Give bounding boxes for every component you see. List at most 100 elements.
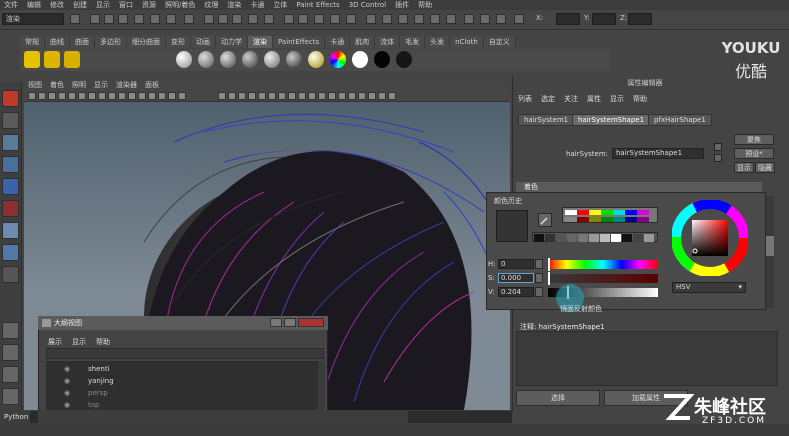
paint-tool-icon[interactable] — [2, 134, 19, 151]
viewport-toolbar-button[interactable] — [218, 92, 226, 100]
viewport-toolbar-button[interactable] — [38, 92, 46, 100]
status-line-button[interactable] — [496, 14, 506, 24]
status-line-button[interactable] — [134, 14, 144, 24]
shelf-tab[interactable]: 细分曲面 — [127, 36, 166, 48]
outliner-menu-item[interactable]: 帮助 — [96, 337, 110, 347]
saturation-slider-handle[interactable] — [548, 272, 550, 285]
status-line-button[interactable] — [430, 14, 440, 24]
tab-hair-system[interactable]: hairSystem1 — [518, 114, 575, 126]
shelf-tab[interactable]: 曲面 — [70, 36, 95, 48]
status-line-button[interactable] — [204, 14, 214, 24]
status-line-button[interactable] — [366, 14, 376, 24]
lasso-tool-icon[interactable] — [2, 112, 19, 129]
status-line-button[interactable] — [232, 14, 242, 24]
shelf-tab[interactable]: 常规 — [20, 36, 45, 48]
menu-item[interactable]: 插件 — [395, 0, 409, 10]
status-line-button[interactable] — [70, 14, 80, 24]
color-history-row-1[interactable] — [562, 207, 658, 223]
menu-item[interactable]: 纹理 — [204, 0, 218, 10]
y-field[interactable] — [592, 13, 616, 25]
white-shader-icon[interactable] — [352, 51, 368, 68]
menu-item[interactable]: 文件 — [4, 0, 18, 10]
light-icon[interactable] — [44, 51, 60, 68]
viewport-toolbar-button[interactable] — [138, 92, 146, 100]
viewport-toolbar-button[interactable] — [338, 92, 346, 100]
viewport-toolbar-button[interactable] — [238, 92, 246, 100]
menu-item[interactable]: 3D Control — [349, 1, 386, 9]
light-icon[interactable] — [24, 51, 40, 68]
viewport-toolbar-button[interactable] — [58, 92, 66, 100]
status-line-button[interactable] — [218, 14, 228, 24]
black-shader-icon[interactable] — [396, 51, 412, 68]
eyedropper-icon[interactable] — [538, 213, 552, 227]
shelf-tab[interactable]: 头发 — [425, 36, 451, 48]
h-value-field[interactable]: 0 — [498, 259, 534, 269]
viewport-toolbar-button[interactable] — [268, 92, 276, 100]
shader-ball-icon[interactable] — [198, 51, 214, 68]
status-line-button[interactable] — [90, 14, 100, 24]
status-line-button[interactable] — [382, 14, 392, 24]
viewport-toolbar-button[interactable] — [288, 92, 296, 100]
viewport-toolbar-button[interactable] — [178, 92, 186, 100]
shelf-tab[interactable]: 动力学 — [216, 36, 248, 48]
shader-ball-icon[interactable] — [220, 51, 236, 68]
menu-item[interactable]: 立体 — [273, 0, 287, 10]
v-value-field[interactable]: 0.204 — [498, 287, 534, 297]
s-value-field[interactable]: 0.000 — [498, 273, 534, 283]
viewport-toolbar-button[interactable] — [388, 92, 396, 100]
light-icon[interactable] — [64, 51, 80, 68]
color-history-row-2[interactable] — [532, 232, 658, 242]
attribute-editor-menu-item[interactable]: 帮助 — [633, 94, 647, 104]
hue-slider-handle[interactable] — [548, 258, 550, 271]
outliner-item[interactable]: ◉ yanjing — [64, 376, 304, 387]
layout-outliner-icon[interactable] — [2, 366, 19, 383]
viewport-toolbar-button[interactable] — [308, 92, 316, 100]
menu-item[interactable]: 窗口 — [119, 0, 133, 10]
shelf-tab[interactable]: 毛发 — [400, 36, 426, 48]
viewport-menu-item[interactable]: 照明 — [72, 80, 86, 90]
select-button[interactable]: 选择 — [516, 390, 600, 406]
close-button[interactable] — [298, 318, 324, 327]
viewport-toolbar-button[interactable] — [298, 92, 306, 100]
viewport-toolbar-button[interactable] — [368, 92, 376, 100]
last-tool-icon[interactable] — [2, 266, 19, 283]
viewport-menu-item[interactable]: 面板 — [145, 80, 159, 90]
status-line-button[interactable] — [284, 14, 294, 24]
status-line-button[interactable] — [150, 14, 160, 24]
notes-field[interactable] — [516, 331, 778, 386]
viewport-toolbar-button[interactable] — [148, 92, 156, 100]
attribute-editor-menu-item[interactable]: 关注 — [564, 94, 578, 104]
viewport-menu-item[interactable]: 视图 — [28, 80, 42, 90]
viewport-toolbar-button[interactable] — [78, 92, 86, 100]
color-ramp-icon[interactable] — [330, 51, 346, 68]
black-shader-icon[interactable] — [374, 51, 390, 68]
outliner-filter-field[interactable] — [46, 348, 324, 359]
hide-button[interactable]: 隐藏 — [755, 162, 775, 173]
node-name-field[interactable]: hairSystemShape1 — [612, 148, 704, 159]
manipulator-tool-icon[interactable] — [2, 222, 19, 239]
status-line-button[interactable] — [414, 14, 424, 24]
status-line-button[interactable] — [248, 14, 258, 24]
shader-ball-icon[interactable] — [264, 51, 280, 68]
saturation-slider[interactable] — [548, 274, 658, 283]
menu-item[interactable]: 修改 — [50, 0, 64, 10]
status-line-button[interactable] — [118, 14, 128, 24]
viewport-toolbar-button[interactable] — [68, 92, 76, 100]
status-line-button[interactable] — [480, 14, 490, 24]
move-tool-icon[interactable] — [2, 156, 19, 173]
layout-single-icon[interactable] — [2, 322, 19, 339]
shelf-tab[interactable]: 自定义 — [483, 36, 516, 48]
attribute-editor-menu-item[interactable]: 属性 — [587, 94, 601, 104]
viewport-toolbar-button[interactable] — [228, 92, 236, 100]
shelf-tab[interactable]: 动画 — [191, 36, 216, 48]
menu-item[interactable]: 渲染 — [227, 0, 241, 10]
shelf-tab[interactable]: 多边形 — [95, 36, 127, 48]
show-button[interactable]: 显示 — [734, 162, 754, 173]
viewport-toolbar-button[interactable] — [248, 92, 256, 100]
viewport-toolbar-button[interactable] — [328, 92, 336, 100]
output-connection-icon[interactable] — [714, 154, 722, 162]
select-tool-icon[interactable] — [2, 90, 19, 107]
status-line-button[interactable] — [104, 14, 114, 24]
attribute-scrollbar[interactable] — [766, 196, 774, 308]
viewport-toolbar-button[interactable] — [158, 92, 166, 100]
